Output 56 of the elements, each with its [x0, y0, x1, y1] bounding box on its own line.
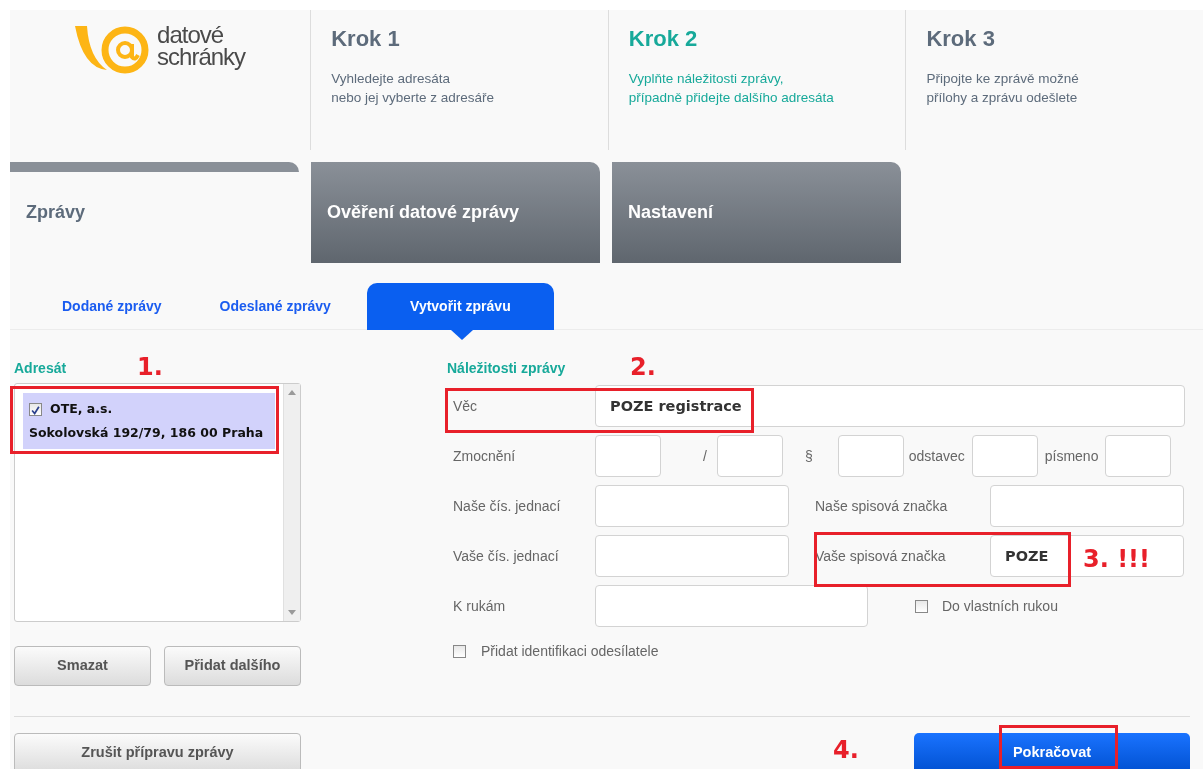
- scroll-down-icon[interactable]: [288, 610, 296, 615]
- field-label: K rukám: [452, 596, 507, 616]
- recipient-item[interactable]: OTE, a.s. Sokolovská 192/79, 186 00 Praha: [23, 393, 275, 449]
- annotation-number: 2.: [630, 355, 656, 379]
- section-heading: Náležitosti zprávy: [447, 359, 566, 378]
- field-label: Naše čís. jednací: [452, 496, 562, 516]
- input-field[interactable]: POZE registrace: [595, 385, 1185, 427]
- step-title: Krok 2: [628, 25, 699, 53]
- input-field[interactable]: [837, 435, 904, 477]
- step-description: Připojte ke zprávě možné přílohy a zprávu odešlete: [926, 70, 1080, 107]
- tab[interactable]: Ověření datové zprávy: [311, 162, 600, 263]
- input-field[interactable]: [716, 435, 783, 477]
- field-label: Věc: [452, 396, 479, 416]
- step-title: Krok 1: [331, 25, 401, 53]
- tab[interactable]: Vytvořit zprávu: [366, 283, 554, 330]
- field-label: Zmocnění: [452, 446, 517, 466]
- recipient-name: OTE, a.s.: [50, 400, 113, 418]
- annotation-number: 1.: [137, 355, 163, 379]
- step-title: Krok 3: [926, 25, 996, 53]
- input-field[interactable]: [595, 585, 868, 627]
- input-field[interactable]: [595, 435, 661, 477]
- logo-text: schránky: [157, 46, 246, 68]
- input-field[interactable]: [971, 435, 1038, 477]
- input-field[interactable]: [595, 535, 789, 577]
- field-label: písmeno: [1044, 446, 1099, 466]
- field-label: Naše spisová značka: [815, 496, 949, 516]
- checkbox[interactable]: [29, 402, 42, 416]
- input-field[interactable]: [990, 485, 1184, 527]
- tab[interactable]: Nastavení: [612, 162, 901, 263]
- scrollbar[interactable]: [283, 384, 300, 621]
- field-label: /: [703, 446, 707, 466]
- annotation-number: 3. !!!: [1083, 547, 1150, 571]
- checkbox[interactable]: [915, 599, 928, 613]
- tab-pointer: [450, 330, 473, 340]
- section-heading: Adresát: [14, 359, 67, 378]
- checkbox-label: Do vlastních rukou: [942, 596, 1058, 616]
- scroll-up-icon[interactable]: [288, 390, 296, 395]
- field-label: §: [804, 446, 813, 466]
- field-label: Vaše čís. jednací: [452, 546, 560, 566]
- button[interactable]: Přidat dalšího: [164, 646, 301, 686]
- step-description: Vyplňte náležitosti zprávy, případně přidejte dalšího adresáta: [628, 70, 835, 107]
- checkbox-label: Přidat identifikaci odesílatele: [481, 641, 659, 661]
- logo-text: datové: [157, 24, 225, 46]
- annotation-number: 4.: [833, 738, 859, 762]
- step-description: Vyhledejte adresáta nebo jej vyberte z adresáře: [331, 70, 496, 107]
- tab[interactable]: Dodané zprávy: [40, 283, 184, 330]
- continue-button[interactable]: Pokračovat: [914, 733, 1190, 769]
- field-label: odstavec: [908, 446, 965, 466]
- checkbox[interactable]: [453, 644, 466, 658]
- input-field[interactable]: [1105, 435, 1172, 477]
- recipient-address: Sokolovská 192/79, 186 00 Praha: [29, 424, 265, 442]
- input-field[interactable]: [595, 485, 789, 527]
- tab[interactable]: Odeslané zprávy: [197, 283, 353, 330]
- field-label: Vaše spisová značka: [815, 546, 947, 566]
- cancel-button[interactable]: Zrušit přípravu zprávy: [14, 733, 301, 769]
- button[interactable]: Smazat: [14, 646, 151, 686]
